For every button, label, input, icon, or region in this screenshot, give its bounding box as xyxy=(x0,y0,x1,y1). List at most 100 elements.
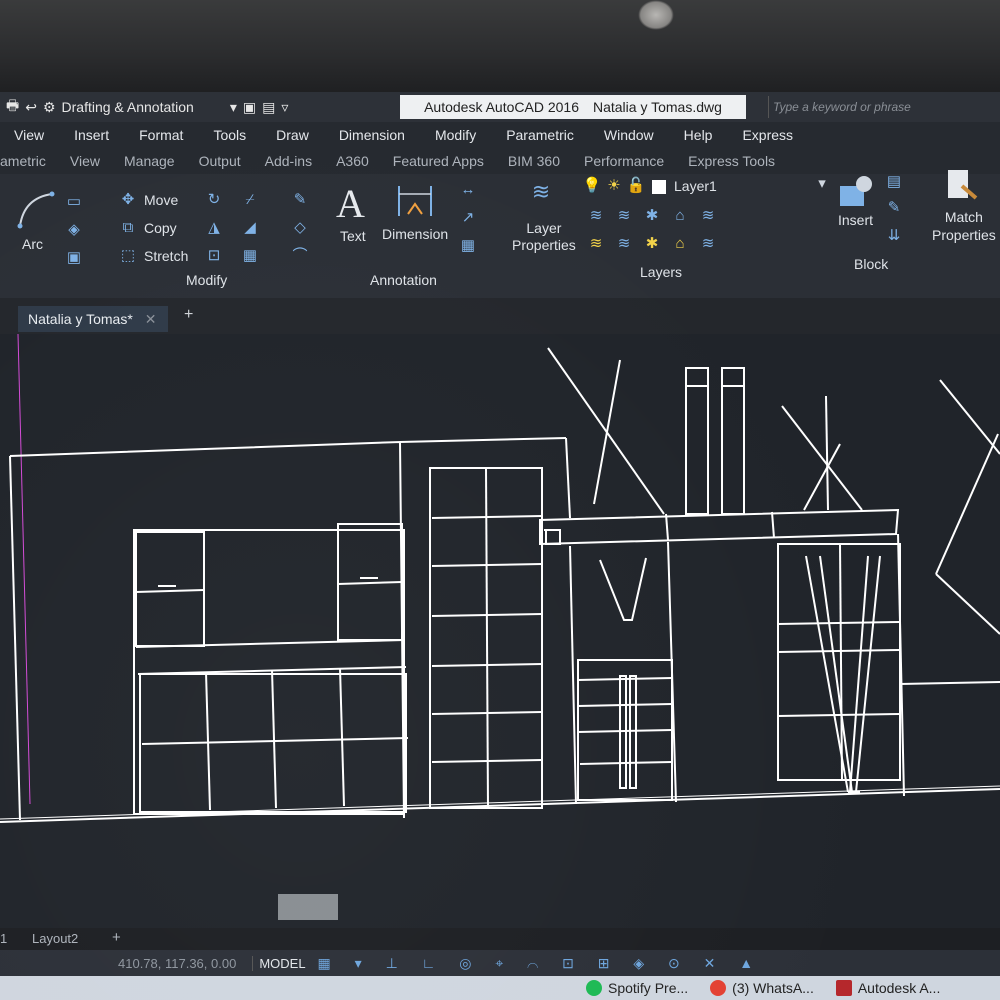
mirror-icon[interactable]: ◮ xyxy=(204,220,224,236)
window-title: Autodesk AutoCAD 2016 Natalia y Tomas.dw… xyxy=(400,95,746,119)
layers-panel-title[interactable]: Layers xyxy=(640,264,682,280)
undo-icon[interactable]: ↩ xyxy=(25,99,37,116)
menu-tools[interactable]: Tools xyxy=(213,127,246,143)
menu-insert[interactable]: Insert xyxy=(74,127,109,143)
status-toggles[interactable]: ▦ ▾ ⊥ ∟ ◎ ⌖ ⌒ ⊡ ⊞ ◈ ⊙ ✕ ▲ xyxy=(318,955,764,972)
sun-icon[interactable]: ☀ xyxy=(604,178,624,194)
move-button[interactable]: Move xyxy=(144,192,178,208)
status-bar: 410.78, 117.36, 0.00 MODEL ▦ ▾ ⊥ ∟ ◎ ⌖ ⌒… xyxy=(0,950,1000,976)
menu-bar: View Insert Format Tools Draw Dimension … xyxy=(0,122,1000,148)
layout2-tab[interactable]: Layout2 xyxy=(32,931,78,946)
offset-icon[interactable]: ⌒ xyxy=(290,248,310,264)
taskbar-spotify[interactable]: Spotify Pre... xyxy=(586,980,688,996)
taskbar-chrome[interactable]: (3) WhatsA... xyxy=(710,980,814,996)
table-icon[interactable]: ▦ xyxy=(458,238,478,254)
tab-express-tools[interactable]: Express Tools xyxy=(688,153,775,169)
tab-add-ins[interactable]: Add-ins xyxy=(265,153,312,169)
fillet-icon[interactable]: ◢ xyxy=(240,220,260,236)
layer-tool-4-icon[interactable]: ⌂ xyxy=(670,208,690,224)
dropdown-icon[interactable]: ▿ xyxy=(281,99,288,116)
building-elevation xyxy=(0,334,1000,823)
layer-tool-7-icon[interactable]: ≋ xyxy=(614,236,634,252)
layer-tool-6-icon[interactable]: ≋ xyxy=(586,236,606,252)
text-button[interactable]: Text xyxy=(340,228,366,244)
lock-icon[interactable]: 🔓 xyxy=(626,178,646,194)
menu-window[interactable]: Window xyxy=(604,127,654,143)
chevron-down-icon[interactable]: ▾ xyxy=(230,99,237,116)
menu-express[interactable]: Express xyxy=(742,127,793,143)
array-icon[interactable]: ▦ xyxy=(240,248,260,264)
taskbar-autocad[interactable]: Autodesk A... xyxy=(835,980,940,996)
drawing-canvas[interactable] xyxy=(0,334,1000,930)
menu-view[interactable]: View xyxy=(14,127,44,143)
menu-help[interactable]: Help xyxy=(684,127,713,143)
layer-properties-button[interactable]: Layer Properties xyxy=(512,220,576,254)
document-tab[interactable]: Natalia y Tomas* ✕ xyxy=(18,306,168,332)
close-icon[interactable]: ✕ xyxy=(145,311,157,328)
tab-featured-apps[interactable]: Featured Apps xyxy=(393,153,484,169)
layer-tool-5-icon[interactable]: ≋ xyxy=(698,208,718,224)
layer-tool-2-icon[interactable]: ≋ xyxy=(614,208,634,224)
tab-view[interactable]: View xyxy=(70,153,100,169)
save-as-icon[interactable]: ▤ xyxy=(262,99,275,116)
new-tab-icon[interactable]: + xyxy=(184,306,193,324)
move-icon: ✥ xyxy=(121,191,135,208)
menu-format[interactable]: Format xyxy=(139,127,183,143)
arc-button[interactable]: Arc xyxy=(22,236,43,252)
tab-parametric[interactable]: ametric xyxy=(0,153,46,169)
menu-dimension[interactable]: Dimension xyxy=(339,127,405,143)
layer-color-swatch xyxy=(652,180,666,194)
attribute-icon[interactable]: ⇊ xyxy=(884,228,904,244)
dimension-icon xyxy=(398,186,432,216)
print-icon[interactable]: 🖶 xyxy=(6,95,19,119)
bulb-icon[interactable]: 💡 xyxy=(582,178,602,194)
leader-icon[interactable]: ↗ xyxy=(458,210,478,226)
rotate-icon[interactable]: ↻ xyxy=(204,192,224,208)
scale-icon[interactable]: ⊡ xyxy=(204,248,224,264)
layer-tool-3-icon[interactable]: ✱ xyxy=(642,208,662,224)
copy-button[interactable]: Copy xyxy=(144,220,177,236)
tab-output[interactable]: Output xyxy=(199,153,241,169)
search-input[interactable]: Type a keyword or phrase xyxy=(768,96,1000,118)
modify-panel-title[interactable]: Modify xyxy=(186,272,227,288)
workspace-selector[interactable]: Drafting & Annotation xyxy=(62,99,194,115)
layer-tool-9-icon[interactable]: ⌂ xyxy=(670,236,690,252)
current-layer[interactable]: Layer1 xyxy=(674,178,717,194)
arc-icon[interactable] xyxy=(16,190,56,230)
create-block-icon[interactable]: ▤ xyxy=(884,174,904,190)
menu-parametric[interactable]: Parametric xyxy=(506,127,574,143)
block-panel-title[interactable]: Block xyxy=(854,256,888,272)
layer-tool-1-icon[interactable]: ≋ xyxy=(586,208,606,224)
tab-bim-360[interactable]: BIM 360 xyxy=(508,153,560,169)
erase-icon[interactable]: ✎ xyxy=(290,192,310,208)
trim-icon[interactable]: ⌿ xyxy=(240,192,260,208)
rectangle-icon[interactable]: ▭ xyxy=(64,194,84,210)
layer-tool-10-icon[interactable]: ≋ xyxy=(698,236,718,252)
region-icon[interactable]: ▣ xyxy=(64,250,84,266)
document-tabs: Natalia y Tomas* ✕ + xyxy=(0,298,1000,334)
save-icon[interactable]: ▣ xyxy=(243,99,256,116)
tab-manage[interactable]: Manage xyxy=(124,153,175,169)
taskbar-spotify-label: Spotify Pre... xyxy=(608,980,689,996)
menu-draw[interactable]: Draw xyxy=(276,127,309,143)
tab-a360[interactable]: A360 xyxy=(336,153,369,169)
stretch-button[interactable]: Stretch xyxy=(144,248,188,264)
add-layout-icon[interactable]: + xyxy=(112,929,121,946)
dropdown-icon[interactable]: ▾ xyxy=(812,176,832,192)
linear-dim-icon[interactable]: ↔ xyxy=(458,182,478,198)
reflection xyxy=(638,0,674,30)
file-name: Natalia y Tomas.dwg xyxy=(592,99,722,115)
dimension-button[interactable]: Dimension xyxy=(382,226,448,242)
annotation-panel-title[interactable]: Annotation xyxy=(370,272,437,288)
tab-performance[interactable]: Performance xyxy=(584,153,664,169)
layer-tool-8-icon[interactable]: ✱ xyxy=(642,236,662,252)
model-space-button[interactable]: MODEL xyxy=(252,955,306,971)
explode-icon[interactable]: ◇ xyxy=(290,220,310,236)
match-properties-button[interactable]: Match Properties xyxy=(932,208,996,244)
insert-button[interactable]: Insert xyxy=(838,212,873,228)
edit-block-icon[interactable]: ✎ xyxy=(884,200,904,216)
layout-tab-1[interactable]: 1 xyxy=(0,931,7,946)
hatch-icon[interactable]: ◈ xyxy=(64,222,84,238)
stretch-icon: ⬚ xyxy=(120,247,136,264)
menu-modify[interactable]: Modify xyxy=(435,127,476,143)
